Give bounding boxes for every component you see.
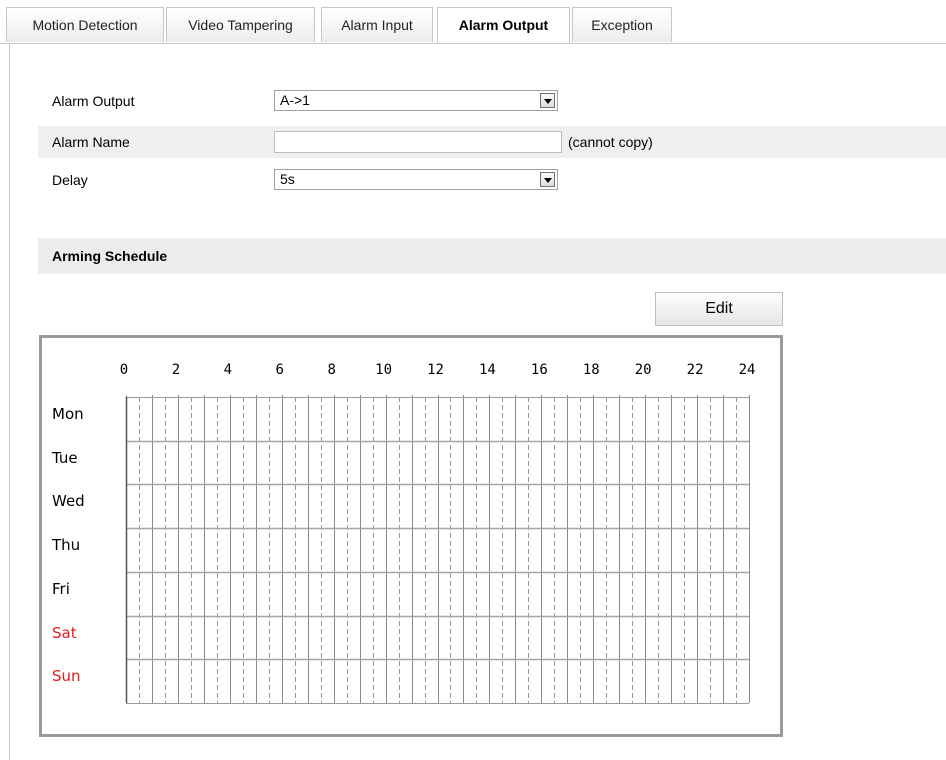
hour-label: 20 [634,362,652,378]
day-label-sun: Sun [52,667,81,686]
tab-video-tampering[interactable]: Video Tampering [166,7,315,42]
day-label-wed: Wed [52,492,85,511]
day-label-tue: Tue [52,448,78,467]
alarm-name-label: Alarm Name [52,134,130,150]
day-label-sat: Sat [52,623,77,642]
hour-label: 4 [223,362,233,378]
delay-row: Delay 5s [38,164,946,196]
tab-alarm-input[interactable]: Alarm Input [321,7,433,42]
hour-label: 2 [171,362,181,378]
hour-label: 12 [427,362,444,378]
hour-label: 6 [275,362,284,378]
alarm-name-input[interactable] [274,131,562,153]
delay-value: 5s [280,171,295,187]
arming-schedule-title: Arming Schedule [52,248,168,264]
tab-motion-detection[interactable]: Motion Detection [6,7,164,42]
hour-label: 24 [738,362,756,378]
alarm-output-select[interactable]: A->1 [274,90,558,111]
hour-label: 16 [530,362,548,378]
hour-label: 10 [375,362,392,378]
alarm-name-row: Alarm Name (cannot copy) [38,126,946,158]
hour-label: 8 [327,362,336,378]
tab-bar: Motion Detection Video Tampering Alarm I… [0,0,946,44]
alarm-output-row: Alarm Output A->1 [38,85,946,117]
hour-label: 0 [119,362,129,378]
tab-divider [0,43,946,44]
dropdown-arrow-icon [540,172,555,187]
delay-label: Delay [52,172,88,188]
tab-alarm-output[interactable]: Alarm Output [437,7,570,44]
schedule-panel[interactable]: 0 2 4 6 8 10 12 14 16 18 20 22 24 Mon Tue Wed Thu Fri Sat S… [39,335,783,737]
schedule-grid[interactable] [42,338,780,734]
day-label-fri: Fri [52,579,70,598]
day-label-thu: Thu [52,536,81,555]
dropdown-arrow-icon [540,93,555,108]
delay-select[interactable]: 5s [274,169,558,190]
tab-exception[interactable]: Exception [572,7,672,42]
alarm-name-note: (cannot copy) [568,134,653,150]
hour-label: 22 [686,362,704,378]
alarm-output-label: Alarm Output [52,93,135,109]
content-border [9,43,10,760]
alarm-output-value: A->1 [280,92,310,108]
hour-label: 18 [582,362,600,378]
edit-button[interactable]: Edit [655,292,783,326]
hour-label: 14 [478,362,496,378]
arming-schedule-header: Arming Schedule [38,238,946,274]
day-label-mon: Mon [52,405,84,423]
